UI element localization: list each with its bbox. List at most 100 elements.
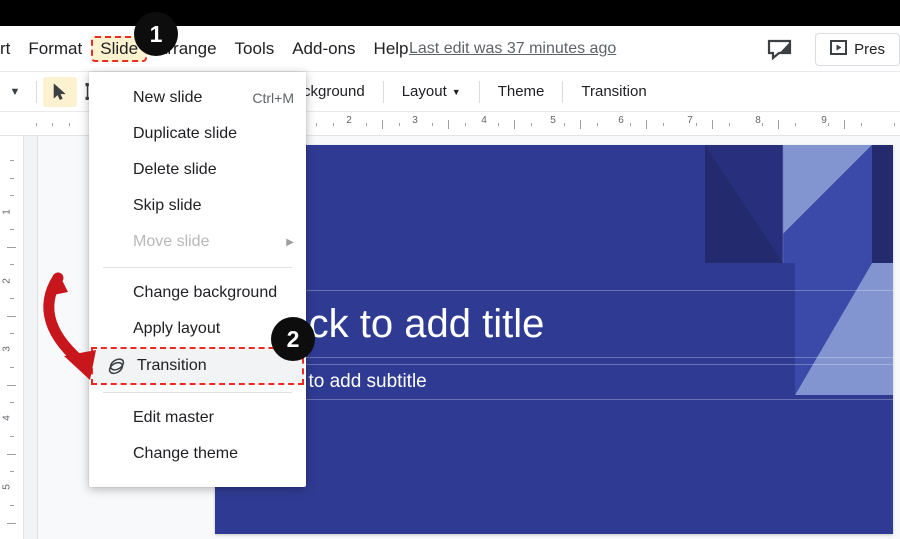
ruler-tick xyxy=(10,178,14,179)
menu-bar-item-insert[interactable]: rt xyxy=(0,36,19,62)
menu-item-skip-slide[interactable]: Skip slide xyxy=(89,188,306,224)
ruler-tick xyxy=(10,436,14,437)
app-root: rt Format Slide Arrange Tools Add-ons He… xyxy=(0,0,900,539)
ruler-label: 1 xyxy=(1,209,12,215)
ruler-tick xyxy=(514,120,515,129)
ruler-tick xyxy=(7,523,16,524)
menu-item-change-background-label: Change background xyxy=(133,284,277,302)
toolbar-divider xyxy=(36,81,37,103)
toolbar-theme-label: Theme xyxy=(498,83,545,100)
ruler-label: 7 xyxy=(687,115,693,126)
ruler-label: 6 xyxy=(618,115,624,126)
ruler-tick xyxy=(7,316,16,317)
ruler-label: 4 xyxy=(1,415,12,421)
ruler-tick xyxy=(465,123,466,126)
menu-item-new-slide-label: New slide xyxy=(133,89,202,107)
ruler-tick xyxy=(844,120,845,129)
menu-item-change-theme[interactable]: Change theme xyxy=(89,436,306,472)
ruler-tick xyxy=(894,123,895,126)
ruler-tick xyxy=(333,123,334,126)
ruler-tick xyxy=(432,123,433,126)
ruler-tick xyxy=(597,123,598,126)
ruler-tick xyxy=(399,123,400,126)
present-button-label: Pres xyxy=(854,41,885,58)
toolbar-layout-label: Layout xyxy=(402,83,447,100)
menu-bar-item-addons[interactable]: Add-ons xyxy=(283,36,364,62)
ruler-tick xyxy=(646,120,647,129)
ruler-tick xyxy=(10,471,14,472)
ruler-tick xyxy=(630,123,631,126)
menu-item-edit-master-label: Edit master xyxy=(133,409,214,427)
annotation-badge-1: 1 xyxy=(134,12,178,56)
ruler-tick xyxy=(10,160,14,161)
ruler-tick xyxy=(10,402,14,403)
ruler-tick xyxy=(828,123,829,126)
slide-subtitle-placeholder[interactable]: Click to add subtitle xyxy=(239,364,893,400)
menu-item-move-slide[interactable]: Move slide ▶ xyxy=(89,224,306,260)
ruler-tick xyxy=(382,120,383,129)
menu-item-duplicate-slide-label: Duplicate slide xyxy=(133,125,237,143)
present-play-icon xyxy=(830,40,847,59)
comment-icon[interactable] xyxy=(766,38,794,62)
top-letterbox xyxy=(0,0,900,26)
annotation-arrow-icon xyxy=(18,262,138,392)
menu-item-apply-layout-label: Apply layout xyxy=(133,320,220,338)
menu-item-delete-slide[interactable]: Delete slide xyxy=(89,152,306,188)
toolbar-divider-4 xyxy=(562,81,563,103)
ruler-label: 8 xyxy=(755,115,761,126)
ruler-label: 9 xyxy=(821,115,827,126)
menu-item-transition-label: Transition xyxy=(137,357,207,375)
toolbar-theme-button[interactable]: Theme xyxy=(486,77,557,107)
menu-item-new-slide[interactable]: New slide Ctrl+M xyxy=(89,80,306,116)
ruler-tick xyxy=(10,298,14,299)
ruler-tick xyxy=(316,123,317,126)
menu-item-edit-master[interactable]: Edit master xyxy=(89,400,306,436)
menu-bar-item-tools[interactable]: Tools xyxy=(226,36,284,62)
ruler-tick xyxy=(729,123,730,126)
chevron-down-icon: ▼ xyxy=(452,87,461,97)
slide-canvas[interactable]: Click to add title Click to add subtitle xyxy=(215,145,893,534)
slide-title-placeholder[interactable]: Click to add title xyxy=(239,290,893,358)
ruler-tick xyxy=(861,123,862,126)
chevron-right-icon: ▶ xyxy=(286,237,294,248)
toolbar-transition-button[interactable]: Transition xyxy=(569,77,658,107)
ruler-label: 4 xyxy=(481,115,487,126)
ruler-tick xyxy=(10,264,14,265)
last-edit-status[interactable]: Last edit was 37 minutes ago xyxy=(409,26,616,72)
menu-bar-items: rt Format Slide Arrange Tools Add-ons He… xyxy=(0,26,418,72)
ruler-label: 5 xyxy=(550,115,556,126)
cursor-arrow-icon[interactable] xyxy=(43,77,77,107)
ruler-tick xyxy=(10,333,14,334)
chevron-down-icon[interactable]: ▼ xyxy=(0,86,30,98)
ruler-tick xyxy=(10,367,14,368)
ruler-tick xyxy=(448,120,449,129)
ruler-label: 3 xyxy=(1,346,12,352)
menu-bar-item-format[interactable]: Format xyxy=(19,36,91,62)
ruler-tick xyxy=(663,123,664,126)
toolbar-background-label: ckground xyxy=(303,83,365,100)
ruler-tick xyxy=(762,123,763,126)
ruler-label: 2 xyxy=(346,115,352,126)
toolbar-divider-2 xyxy=(383,81,384,103)
annotation-badge-1-number: 1 xyxy=(150,21,163,48)
menu-item-duplicate-slide[interactable]: Duplicate slide xyxy=(89,116,306,152)
ruler-tick xyxy=(498,123,499,126)
ruler-tick xyxy=(531,123,532,126)
annotation-badge-2-number: 2 xyxy=(287,326,300,353)
toolbar-layout-button[interactable]: Layout ▼ xyxy=(390,77,473,107)
toolbar-transition-label: Transition xyxy=(581,83,646,100)
ruler-tick xyxy=(7,454,16,455)
ruler-label: 2 xyxy=(1,278,12,284)
ruler-tick xyxy=(7,247,16,248)
ruler-tick xyxy=(7,385,16,386)
ruler-tick xyxy=(366,123,367,126)
present-button[interactable]: Pres xyxy=(815,33,900,66)
annotation-badge-2: 2 xyxy=(271,317,315,361)
ruler-tick xyxy=(69,123,70,126)
menu-item-delete-slide-label: Delete slide xyxy=(133,161,217,179)
ruler-label: 5 xyxy=(1,484,12,490)
ruler-tick xyxy=(696,123,697,126)
menu-separator-2 xyxy=(103,392,292,393)
ruler-tick xyxy=(10,505,14,506)
menu-item-move-slide-label: Move slide xyxy=(133,233,209,251)
